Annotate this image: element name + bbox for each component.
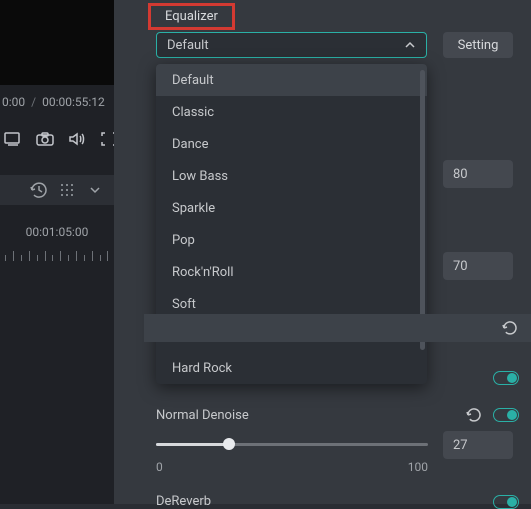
equalizer-option-hard-rock[interactable]: Hard Rock bbox=[156, 352, 427, 384]
screen-icon[interactable] bbox=[4, 130, 22, 148]
time-separator: / bbox=[31, 95, 36, 109]
slider-max: 100 bbox=[408, 460, 428, 474]
denoise-value-box[interactable]: 27 bbox=[443, 431, 513, 459]
chevron-up-icon bbox=[404, 38, 416, 53]
setting-button[interactable]: Setting bbox=[443, 32, 513, 58]
dereverb-label: DeReverb bbox=[156, 494, 211, 509]
slider-min: 0 bbox=[156, 460, 163, 474]
timeline-timestamp: 00:01:05:00 bbox=[0, 215, 114, 243]
value-box-2[interactable]: 70 bbox=[443, 252, 513, 280]
equalizer-option-classic[interactable]: Classic bbox=[156, 96, 427, 128]
equalizer-option-low-bass[interactable]: Low Bass bbox=[156, 160, 427, 192]
equalizer-selected: Default bbox=[167, 38, 209, 53]
slider-knob[interactable] bbox=[223, 438, 235, 450]
equalizer-option-sparkle[interactable]: Sparkle bbox=[156, 192, 427, 224]
reset-icon[interactable] bbox=[465, 406, 483, 424]
denoise-slider[interactable] bbox=[156, 436, 428, 452]
camera-icon[interactable] bbox=[36, 130, 54, 148]
chevron-down-icon[interactable] bbox=[86, 181, 104, 199]
value-box-1[interactable]: 80 bbox=[443, 160, 513, 188]
time-total: 00:00:55:12 bbox=[42, 95, 105, 109]
dereverb-toggle[interactable] bbox=[493, 495, 519, 509]
history-icon[interactable] bbox=[30, 181, 48, 199]
reset-icon[interactable] bbox=[501, 319, 519, 337]
normal-denoise-label: Normal Denoise bbox=[156, 408, 249, 423]
volume-icon[interactable] bbox=[68, 130, 86, 148]
equalizer-label: Equalizer bbox=[148, 3, 235, 30]
timeline-ticks[interactable] bbox=[0, 243, 114, 261]
section-row-1 bbox=[144, 314, 531, 342]
toggle-1[interactable] bbox=[493, 370, 519, 385]
grid-icon[interactable] bbox=[58, 181, 76, 199]
equalizer-option-pop[interactable]: Pop bbox=[156, 224, 427, 256]
equalizer-option-rocknroll[interactable]: Rock'n'Roll bbox=[156, 256, 427, 288]
denoise-toggle[interactable] bbox=[493, 408, 519, 422]
equalizer-option-dance[interactable]: Dance bbox=[156, 128, 427, 160]
video-preview bbox=[0, 0, 114, 85]
time-current: 0:00 bbox=[2, 95, 25, 109]
equalizer-option-default[interactable]: Default bbox=[156, 64, 427, 96]
time-display: 0:00 / 00:00:55:12 bbox=[0, 95, 105, 109]
equalizer-dropdown[interactable]: Default bbox=[156, 32, 427, 58]
